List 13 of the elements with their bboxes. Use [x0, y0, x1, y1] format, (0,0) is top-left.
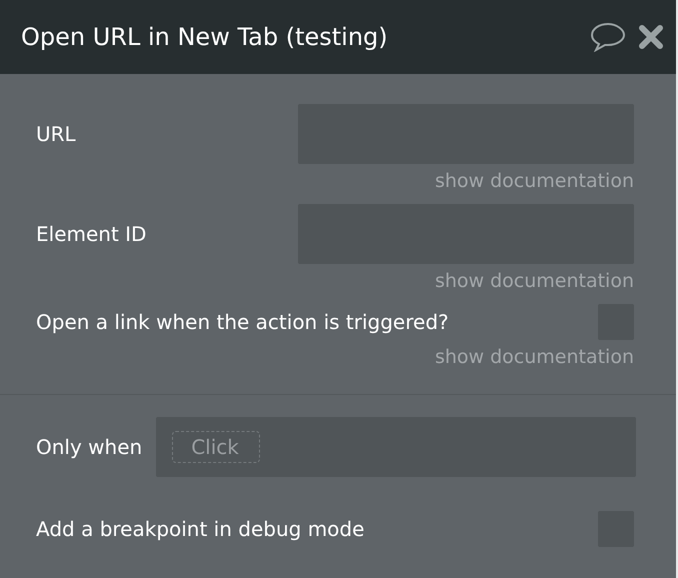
condition-field[interactable]: Click	[156, 417, 636, 477]
documentation-link[interactable]: show documentation	[434, 170, 634, 192]
field-label: URL	[36, 122, 76, 146]
close-icon[interactable]	[638, 24, 664, 50]
documentation-link[interactable]: show documentation	[434, 270, 634, 292]
breakpoint-label: Add a breakpoint in debug mode	[36, 517, 364, 541]
dialog-title: Open URL in New Tab (testing)	[21, 23, 389, 51]
field-label: Element ID	[36, 222, 146, 246]
comment-icon[interactable]	[590, 22, 626, 52]
condition-label: Only when	[36, 435, 142, 459]
field-label: Open a link when the action is triggered?	[36, 310, 449, 334]
documentation-link[interactable]: show documentation	[434, 346, 634, 368]
expression-field[interactable]: Click	[172, 431, 260, 463]
